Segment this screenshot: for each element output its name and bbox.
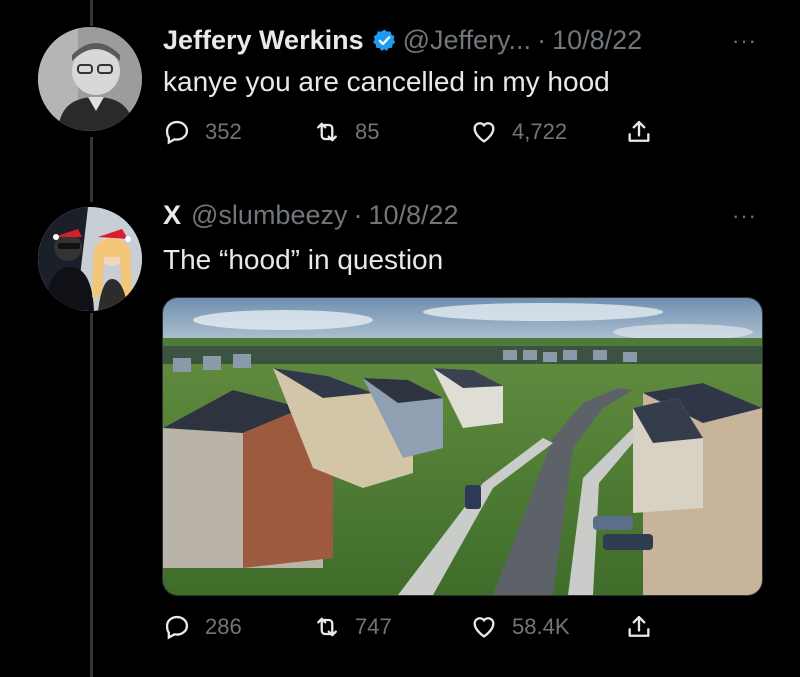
- share-icon: [628, 120, 650, 142]
- display-name[interactable]: X: [163, 200, 181, 231]
- avatar-photo: [38, 207, 142, 311]
- retweet-count: 747: [355, 614, 392, 639]
- retweet-button[interactable]: 85: [313, 118, 379, 146]
- tweet-2-actions: 286 747 58.4K: [163, 613, 663, 653]
- thread-line-bottom: [90, 313, 93, 677]
- retweet-icon: [317, 617, 337, 637]
- avatar-slumbeezy[interactable]: [38, 207, 142, 311]
- share-button[interactable]: [625, 613, 667, 641]
- reply-count: 352: [205, 119, 242, 144]
- tweet-text: kanye you are cancelled in my hood: [163, 66, 610, 97]
- like-button[interactable]: 58.4K: [470, 613, 570, 641]
- share-icon: [628, 615, 650, 637]
- reply-count: 286: [205, 614, 242, 639]
- handle[interactable]: @Jeffery...: [403, 25, 531, 56]
- suburb-aerial-photo: [163, 298, 762, 595]
- tweet-media-image[interactable]: [162, 297, 763, 596]
- display-name[interactable]: Jeffery Werkins: [163, 25, 364, 56]
- separator-dot: ·: [353, 200, 363, 230]
- reply-button[interactable]: 352: [163, 118, 242, 146]
- reply-button[interactable]: 286: [163, 613, 242, 641]
- separator-dot: ·: [537, 25, 547, 55]
- thread-line-connector: [90, 137, 93, 202]
- avatar-jeffery[interactable]: [38, 27, 142, 131]
- retweet-icon: [317, 122, 337, 142]
- more-icon[interactable]: ···: [732, 203, 757, 229]
- retweet-count: 85: [355, 119, 380, 144]
- more-icon[interactable]: ···: [732, 28, 757, 54]
- tweet-2-header: X @slumbeezy · 10/8/22: [163, 200, 459, 231]
- like-count: 58.4K: [512, 614, 570, 639]
- handle[interactable]: @slumbeezy: [191, 200, 347, 231]
- reply-icon: [165, 120, 189, 145]
- share-button[interactable]: [625, 118, 667, 146]
- retweet-button[interactable]: 747: [313, 613, 392, 641]
- thread-line-top: [90, 0, 93, 26]
- reply-icon: [165, 615, 189, 640]
- like-icon: [473, 617, 495, 638]
- timestamp[interactable]: 10/8/22: [368, 200, 458, 231]
- like-count: 4,722: [512, 119, 568, 144]
- tweet-1-header: Jeffery Werkins @Jeffery... · 10/8/22: [163, 25, 642, 56]
- timestamp[interactable]: 10/8/22: [552, 25, 642, 56]
- avatar-photo: [38, 27, 142, 131]
- verified-badge-icon: [372, 29, 395, 51]
- tweet-1-actions: 352 85 4,722: [163, 118, 663, 158]
- like-button[interactable]: 4,722: [470, 118, 567, 146]
- like-icon: [473, 122, 495, 143]
- tweet-text: The “hood” in question: [163, 244, 444, 275]
